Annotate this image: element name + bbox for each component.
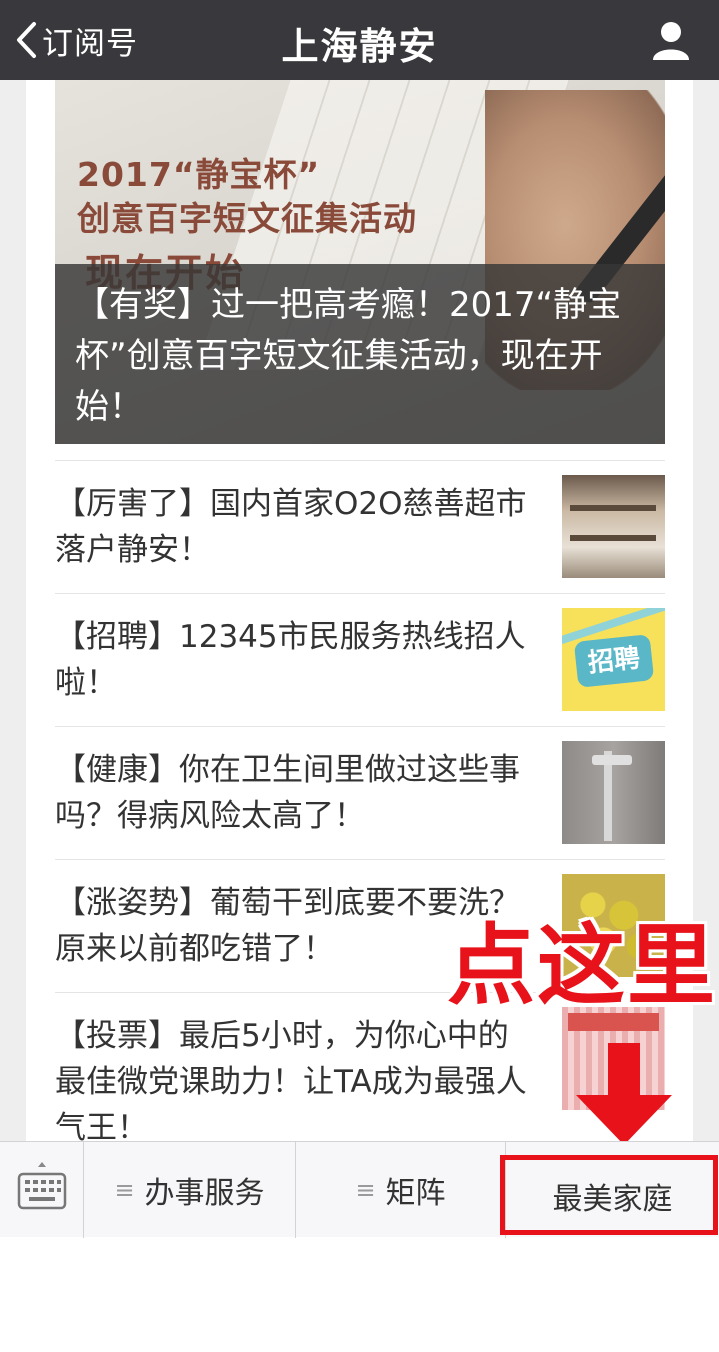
menu-lines-icon: ≡: [355, 1176, 376, 1204]
menu-item-label: 矩阵: [385, 1176, 446, 1211]
annotation-highlight-box: [500, 1155, 718, 1235]
banner-image-text-event: 创意百字短文征集活动: [77, 199, 417, 238]
user-icon[interactable]: [651, 20, 691, 60]
thumbnail-badge: 招聘: [573, 634, 655, 688]
menu-item-label: 办事服务: [144, 1176, 265, 1211]
article-thumbnail: [562, 741, 665, 844]
menu-lines-icon: ≡: [114, 1176, 135, 1204]
featured-article-title: 【有奖】过一把高考瘾！2017“静宝杯”创意百字短文征集活动，现在开始！: [75, 285, 622, 427]
banner-image-text-year: 2017“静宝杯”: [77, 155, 321, 194]
down-arrow-icon: [576, 1043, 672, 1145]
list-item[interactable]: 【健康】你在卫生间里做过这些事吗？得病风险太高了！: [55, 726, 665, 859]
list-item[interactable]: 【招聘】12345市民服务热线招人啦！ 招聘: [55, 593, 665, 726]
annotation-click-here: 点这里: [447, 914, 718, 1017]
menu-item-services[interactable]: ≡ 办事服务: [84, 1142, 296, 1238]
menu-item-matrix[interactable]: ≡ 矩阵: [296, 1142, 506, 1238]
featured-article[interactable]: 2017“静宝杯” 创意百字短文征集活动 现在开始 【有奖】过一把高考瘾！201…: [55, 80, 665, 444]
keyboard-icon: [17, 1162, 67, 1210]
keyboard-toggle-button[interactable]: [0, 1142, 84, 1238]
article-title: 【投票】最后5小时，为你心中的最佳微党课助力！让TA成为最强人气王！: [55, 1018, 527, 1141]
top-navbar: 订阅号 上海静安: [0, 0, 719, 80]
list-item[interactable]: 【厉害了】国内首家O2O慈善超市落户静安！: [55, 460, 665, 593]
page-title: 上海静安: [281, 25, 438, 68]
article-thumbnail: [562, 475, 665, 578]
article-title: 【招聘】12345市民服务热线招人啦！: [55, 619, 526, 701]
article-thumbnail: 招聘: [562, 608, 665, 711]
article-title: 【健康】你在卫生间里做过这些事吗？得病风险太高了！: [55, 752, 520, 834]
article-title: 【厉害了】国内首家O2O慈善超市落户静安！: [55, 486, 527, 568]
